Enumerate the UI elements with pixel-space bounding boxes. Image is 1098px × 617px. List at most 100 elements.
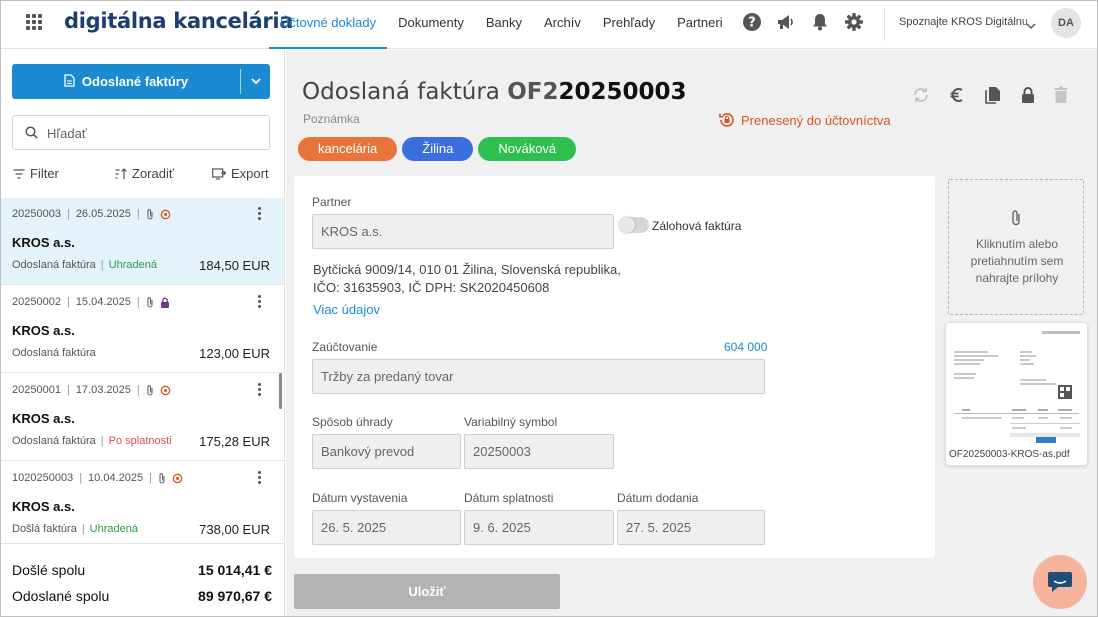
posting-code-link[interactable]: 604 000 bbox=[724, 340, 767, 354]
paperclip-icon bbox=[147, 296, 153, 308]
item-meta: 1020250003 | 10.04.2025 | bbox=[12, 472, 183, 484]
svg-text:?: ? bbox=[748, 16, 756, 31]
apps-grid-icon[interactable] bbox=[26, 14, 42, 30]
company-ids: IČO: 31635903, IČ DPH: SK2020450608 bbox=[313, 280, 550, 295]
chevron-down-icon bbox=[250, 78, 261, 85]
list-scrollbar[interactable] bbox=[279, 373, 282, 409]
promo-link[interactable]: Spoznajte KROS Digitálnu bbox=[899, 16, 1027, 28]
item-date: 17.03.2025 bbox=[75, 384, 131, 396]
payment-method-field[interactable]: Bankový prevod bbox=[312, 434, 461, 469]
search-input[interactable] bbox=[47, 124, 257, 142]
advance-invoice-label: Zálohová faktúra bbox=[652, 219, 742, 233]
attachment-thumbnail[interactable]: OF20250003-KROS-as.pdf bbox=[945, 322, 1088, 466]
sort-button[interactable]: Zoradiť bbox=[115, 166, 174, 181]
title-type: Odoslaná faktúra bbox=[302, 79, 500, 105]
search-icon bbox=[25, 126, 38, 142]
chevron-down-icon[interactable] bbox=[1026, 18, 1036, 33]
document-type-dropdown[interactable] bbox=[241, 64, 270, 99]
bell-icon[interactable] bbox=[810, 12, 830, 32]
tag-novakova[interactable]: Nováková bbox=[478, 137, 577, 161]
filter-icon bbox=[13, 168, 25, 179]
attachment-filename: OF20250003-KROS-as.pdf bbox=[949, 449, 1070, 460]
due-date-label: Dátum splatnosti bbox=[464, 491, 554, 505]
due-date-field[interactable]: 9. 6. 2025 bbox=[464, 510, 614, 545]
document-icon bbox=[64, 73, 75, 90]
euro-icon[interactable] bbox=[948, 86, 966, 107]
paperclip-icon bbox=[147, 384, 153, 396]
list-toolbar: Filter Zoradiť Export bbox=[1, 163, 285, 185]
nav-item-partneri[interactable]: Partneri bbox=[666, 1, 734, 49]
export-button[interactable]: Export bbox=[212, 166, 269, 181]
item-type-label: Odoslaná faktúra bbox=[12, 347, 96, 359]
title-number: 20250003 bbox=[558, 79, 687, 105]
issue-date-label: Dátum vystavenia bbox=[312, 491, 408, 505]
document-form: Partner KROS a.s. Zálohová faktúra Bytči… bbox=[294, 176, 935, 558]
variable-symbol-field[interactable]: 20250003 bbox=[464, 434, 614, 469]
search-box bbox=[12, 115, 270, 150]
page-title: Odoslaná faktúra OF220250003 bbox=[302, 79, 687, 105]
partner-label: Partner bbox=[312, 195, 352, 209]
total-value: 89 970,67 € bbox=[198, 588, 272, 604]
transfer-status[interactable]: Prenesený do účtovníctva bbox=[718, 111, 891, 129]
lock-icon bbox=[160, 297, 169, 308]
export-label: Export bbox=[231, 166, 269, 181]
document-actions bbox=[912, 86, 1068, 107]
document-type-button[interactable]: Odoslané faktúry bbox=[12, 64, 240, 99]
document-list: 20250003 | 26.05.2025 | KROS a.s. Odoslaná… bbox=[1, 198, 284, 543]
item-date: 26.05.2025 bbox=[75, 208, 131, 220]
item-meta: 20250003 | 26.05.2025 | bbox=[12, 208, 171, 220]
more-options-icon[interactable] bbox=[255, 294, 265, 310]
item-number: 1020250003 bbox=[12, 472, 74, 484]
list-item[interactable]: 20250002 | 15.04.2025 | KROS a.s. Odoslaná… bbox=[1, 286, 284, 373]
payment-method-label: Spôsob úhrady bbox=[312, 415, 393, 429]
tag-zilina[interactable]: Žilina bbox=[402, 137, 474, 161]
posting-field[interactable]: Tržby za predaný tovar bbox=[312, 359, 765, 394]
list-item[interactable]: 1020250003 | 10.04.2025 | KROS a.s. Došlá … bbox=[1, 462, 284, 543]
note-field[interactable]: Poznámka bbox=[303, 112, 360, 126]
transfer-status-icon bbox=[160, 385, 171, 395]
tag-list: kancelária Žilina Nováková bbox=[298, 137, 577, 161]
nav-item-banky[interactable]: Banky bbox=[475, 1, 533, 49]
app-window: digitálna kancelária Účtovné doklady Dok… bbox=[0, 0, 1098, 617]
chat-button[interactable] bbox=[1033, 555, 1087, 609]
list-item[interactable]: 20250003 | 26.05.2025 | KROS a.s. Odoslaná… bbox=[1, 198, 284, 285]
list-item[interactable]: 20250001 | 17.03.2025 | KROS a.s. Odoslaná… bbox=[1, 374, 284, 461]
nav-item-dokumenty[interactable]: Dokumenty bbox=[387, 1, 475, 49]
delivery-date-label: Dátum dodania bbox=[617, 491, 699, 505]
status-badge: Uhradená bbox=[89, 523, 138, 535]
total-sent: Odoslané spolu 89 970,67 € bbox=[12, 588, 272, 604]
more-options-icon[interactable] bbox=[255, 382, 265, 398]
advance-invoice-toggle[interactable] bbox=[619, 217, 649, 233]
filter-button[interactable]: Filter bbox=[13, 166, 59, 181]
nav-item-uctovne-doklady[interactable]: Účtovné doklady bbox=[269, 1, 388, 49]
header-icons: ? bbox=[742, 11, 864, 33]
avatar[interactable]: DA bbox=[1051, 8, 1081, 38]
sync-icon[interactable] bbox=[912, 86, 930, 107]
issue-date-field[interactable]: 26. 5. 2025 bbox=[312, 510, 461, 545]
app-logo[interactable]: digitálna kancelária bbox=[64, 9, 293, 33]
totals-panel: Došlé spolu 15 014,41 € Odoslané spolu 8… bbox=[1, 543, 284, 616]
item-partner: KROS a.s. bbox=[12, 235, 75, 250]
item-type-label: Odoslaná faktúra bbox=[12, 259, 96, 271]
megaphone-icon[interactable] bbox=[776, 12, 796, 32]
more-details-link[interactable]: Viac údajov bbox=[313, 302, 380, 317]
attachment-dropzone[interactable]: Kliknutím alebo pretiahnutím sem nahrajt… bbox=[948, 179, 1084, 315]
nav-item-archiv[interactable]: Archív bbox=[533, 1, 592, 49]
nav-item-prehlady[interactable]: Prehľady bbox=[592, 1, 666, 49]
tag-kancelaria[interactable]: kancelária bbox=[298, 137, 398, 161]
save-button[interactable]: Uložiť bbox=[294, 574, 560, 609]
help-icon[interactable]: ? bbox=[742, 12, 762, 32]
gear-icon[interactable] bbox=[844, 12, 864, 32]
sidebar: Odoslané faktúry Filter Zoradiť bbox=[1, 50, 285, 616]
more-options-icon[interactable] bbox=[255, 470, 265, 486]
top-bar: digitálna kancelária Účtovné doklady Dok… bbox=[1, 1, 1097, 49]
copy-icon[interactable] bbox=[984, 86, 1002, 107]
delivery-date-field[interactable]: 27. 5. 2025 bbox=[617, 510, 765, 545]
paperclip-icon bbox=[1011, 210, 1021, 229]
more-options-icon[interactable] bbox=[255, 206, 265, 222]
trash-icon[interactable] bbox=[1054, 86, 1068, 107]
item-date: 15.04.2025 bbox=[75, 296, 131, 308]
item-type: Odoslaná faktúra | Uhradená bbox=[12, 259, 157, 271]
partner-field[interactable]: KROS a.s. bbox=[312, 214, 614, 249]
lock-icon[interactable] bbox=[1020, 86, 1036, 107]
